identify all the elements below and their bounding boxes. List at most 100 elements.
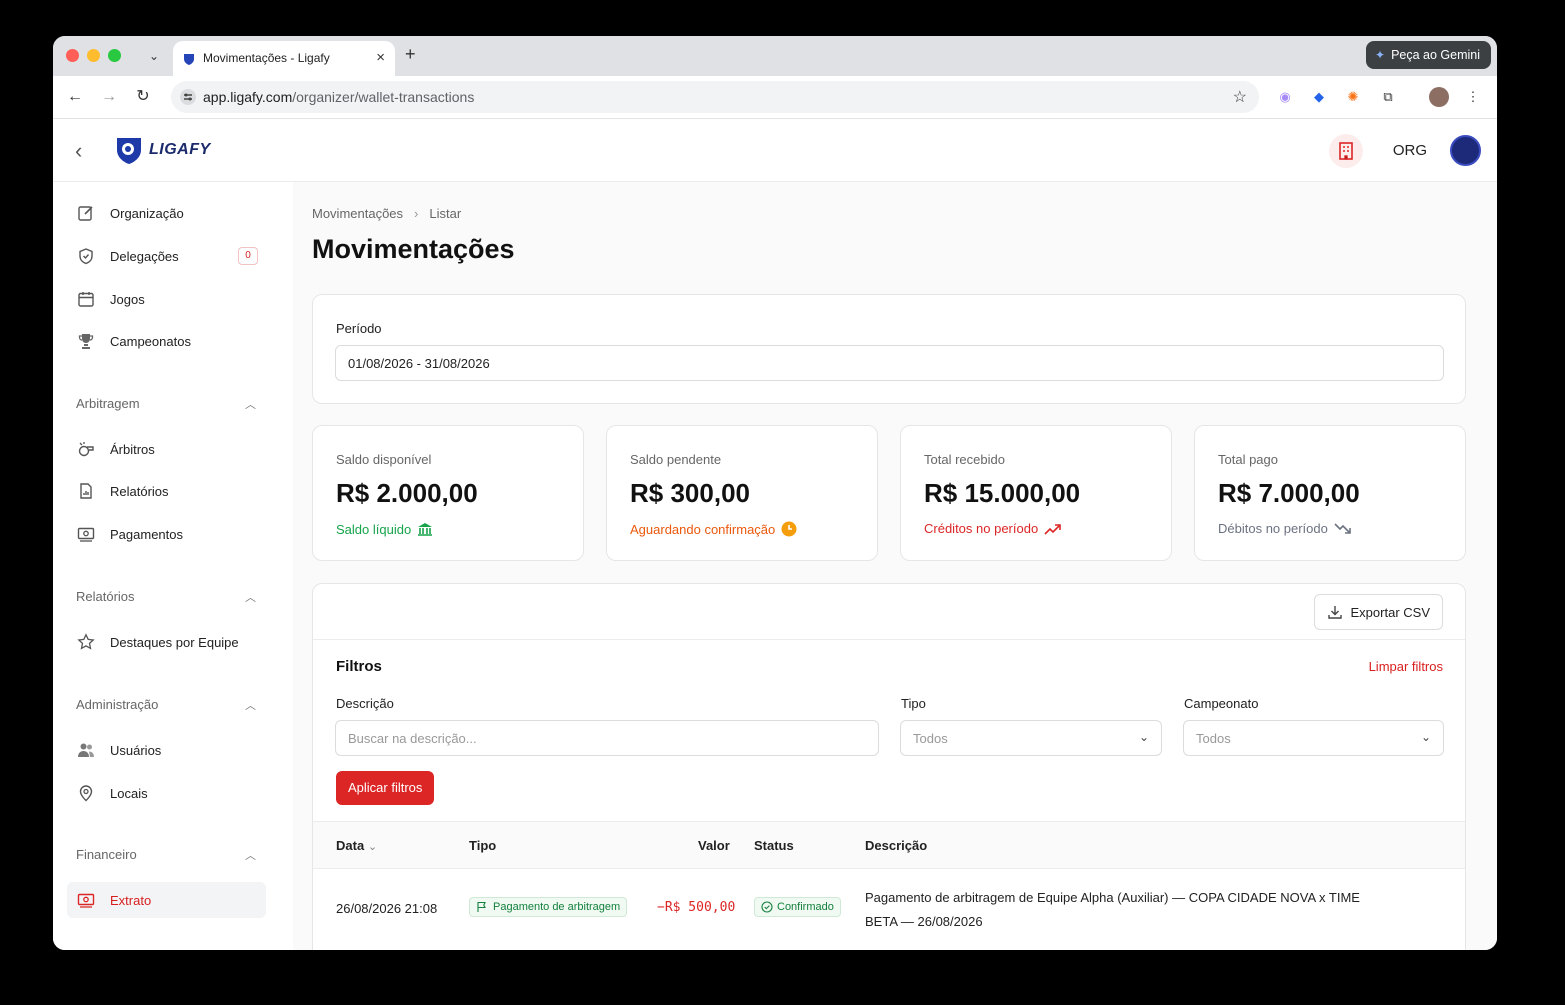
sidebar-group-financeiro[interactable]: Financeiro ︿ bbox=[76, 847, 256, 863]
chevron-up-icon: ︿ bbox=[245, 592, 256, 604]
more-menu-icon[interactable]: ⋮ bbox=[1463, 87, 1483, 107]
sidebar-item-destaques[interactable]: Destaques por Equipe bbox=[76, 624, 266, 660]
star-icon bbox=[76, 632, 96, 652]
column-header-data[interactable]: Data ⌄ bbox=[336, 838, 377, 853]
column-header-valor: Valor bbox=[698, 838, 730, 853]
sidebar-item-label: Usuários bbox=[110, 742, 162, 758]
stat-value: R$ 15.000,00 bbox=[924, 478, 1081, 508]
stat-value: R$ 300,00 bbox=[630, 478, 750, 508]
url-host: app.ligafy.com bbox=[203, 89, 293, 105]
sidebar-item-relatorios-arbitragem[interactable]: Relatórios bbox=[76, 473, 266, 509]
chevron-left-icon[interactable]: ‹ bbox=[75, 138, 82, 164]
stat-label: Total recebido bbox=[924, 452, 1005, 467]
export-csv-button[interactable]: Exportar CSV bbox=[1313, 594, 1443, 630]
period-date-range-input[interactable]: 01/08/2026 - 31/08/2026 bbox=[335, 345, 1444, 381]
stat-card-saldo-pendente: Saldo pendente R$ 300,00 Aguardando conf… bbox=[606, 425, 878, 561]
extension-1-icon[interactable]: ◉ bbox=[1275, 87, 1295, 107]
description-filter-label: Descrição bbox=[336, 696, 394, 711]
sidebar-item-arbitros[interactable]: Árbitros bbox=[76, 431, 266, 467]
reload-icon[interactable]: ↻ bbox=[131, 85, 155, 109]
delegacoes-count-badge: 0 bbox=[238, 247, 258, 265]
trophy-icon bbox=[76, 331, 96, 351]
campeonato-select[interactable]: Todos ⌄ bbox=[1183, 720, 1444, 756]
address-bar[interactable]: app.ligafy.com/organizer/wallet-transact… bbox=[171, 81, 1259, 113]
sidebar-item-label: Relatórios bbox=[110, 483, 169, 499]
extensions-puzzle-icon[interactable]: ⧉ bbox=[1378, 87, 1398, 107]
chevron-down-icon: ⌄ bbox=[1420, 730, 1431, 744]
apply-filters-button[interactable]: Aplicar filtros bbox=[336, 771, 435, 805]
download-icon bbox=[1327, 606, 1342, 619]
row-description: Pagamento de arbitragem de Equipe Alpha … bbox=[865, 890, 1360, 929]
browser-toolbar: ← → ↻ app.ligafy.com/organizer/wallet-tr… bbox=[53, 76, 1497, 119]
trend-up-icon bbox=[1044, 523, 1061, 535]
close-icon[interactable]: × bbox=[376, 49, 385, 66]
user-avatar[interactable] bbox=[1450, 135, 1481, 166]
close-window-button[interactable] bbox=[66, 49, 79, 62]
check-circle-icon bbox=[761, 901, 773, 913]
browser-tab[interactable]: Movimentações - Ligafy × bbox=[173, 41, 395, 76]
sidebar-item-extrato[interactable]: Extrato bbox=[67, 882, 266, 918]
tipo-badge: Pagamento de arbitragem bbox=[469, 897, 628, 917]
tipo-filter-label: Tipo bbox=[901, 696, 926, 711]
url-text: app.ligafy.com/organizer/wallet-transact… bbox=[203, 89, 474, 105]
money-icon bbox=[76, 524, 96, 544]
tipo-select[interactable]: Todos ⌄ bbox=[900, 720, 1162, 756]
extension-tag-icon[interactable]: ◆ bbox=[1309, 87, 1329, 107]
stat-card-total-recebido: Total recebido R$ 15.000,00 Créditos no … bbox=[900, 425, 1172, 561]
app-root: ‹ LIGAFY ORG Organização Delegações 0 Jo… bbox=[53, 120, 1497, 950]
stat-sub-text: Débitos no período bbox=[1218, 521, 1328, 536]
transactions-card: Exportar CSV Filtros Limpar filtros Desc… bbox=[312, 583, 1466, 950]
logo-text: LIGAFY bbox=[149, 141, 211, 158]
sidebar-group-relatorios[interactable]: Relatórios ︿ bbox=[76, 589, 256, 605]
sidebar-group-label: Arbitragem bbox=[76, 396, 140, 411]
campeonato-select-value: Todos bbox=[1196, 731, 1231, 746]
minimize-window-button[interactable] bbox=[87, 49, 100, 62]
building-icon[interactable] bbox=[1329, 134, 1363, 168]
sidebar-item-organizacao[interactable]: Organização bbox=[76, 195, 266, 231]
stat-card-total-pago: Total pago R$ 7.000,00 Débitos no períod… bbox=[1194, 425, 1466, 561]
new-tab-icon[interactable]: + bbox=[405, 44, 416, 65]
stat-label: Saldo disponível bbox=[336, 452, 432, 467]
tab-title: Movimentações - Ligafy bbox=[203, 51, 330, 65]
sidebar-item-campeonatos[interactable]: Campeonatos bbox=[76, 323, 266, 359]
sidebar-item-label: Delegações bbox=[110, 248, 179, 264]
period-card: Período 01/08/2026 - 31/08/2026 bbox=[312, 294, 1466, 404]
sidebar-item-locais[interactable]: Locais bbox=[76, 775, 266, 811]
sidebar-item-usuarios[interactable]: Usuários bbox=[76, 732, 266, 768]
sidebar-item-label: Destaques por Equipe bbox=[110, 634, 239, 650]
url-path: /organizer/wallet-transactions bbox=[292, 89, 475, 105]
status-badge: Confirmado bbox=[754, 897, 841, 917]
sidebar-item-jogos[interactable]: Jogos bbox=[76, 281, 266, 317]
export-csv-label: Exportar CSV bbox=[1350, 604, 1430, 620]
stat-sub: Aguardando confirmação bbox=[630, 521, 797, 537]
sidebar-group-administracao[interactable]: Administração ︿ bbox=[76, 697, 256, 713]
bookmark-star-icon[interactable]: ☆ bbox=[1233, 87, 1247, 107]
sidebar-item-delegacoes[interactable]: Delegações 0 bbox=[76, 238, 266, 274]
clear-filters-link[interactable]: Limpar filtros bbox=[1369, 659, 1443, 674]
chevron-down-icon: ⌄ bbox=[367, 841, 378, 853]
sidebar-group-arbitragem[interactable]: Arbitragem ︿ bbox=[76, 396, 256, 412]
sidebar-item-pagamentos[interactable]: Pagamentos bbox=[76, 516, 266, 552]
stat-value: R$ 2.000,00 bbox=[336, 478, 478, 508]
ligafy-logo[interactable]: LIGAFY bbox=[113, 134, 211, 166]
sidebar-item-label: Campeonatos bbox=[110, 333, 191, 349]
extension-asterisk-icon[interactable]: ✺ bbox=[1343, 87, 1363, 107]
app-header: ‹ LIGAFY ORG bbox=[53, 120, 1497, 182]
back-arrow-icon[interactable]: ← bbox=[63, 85, 87, 109]
bank-icon bbox=[418, 523, 433, 536]
sidebar-item-label: Organização bbox=[110, 205, 184, 221]
chevron-up-icon: ︿ bbox=[245, 850, 256, 862]
maximize-window-button[interactable] bbox=[108, 49, 121, 62]
location-icon bbox=[76, 783, 96, 803]
forward-arrow-icon[interactable]: → bbox=[97, 85, 121, 109]
gemini-button[interactable]: ✦ Peça ao Gemini bbox=[1366, 41, 1491, 69]
profile-avatar[interactable] bbox=[1429, 87, 1449, 107]
breadcrumb-movimentacoes[interactable]: Movimentações bbox=[312, 206, 403, 221]
divider bbox=[313, 639, 1465, 640]
site-settings-icon[interactable] bbox=[179, 88, 197, 106]
whistle-icon bbox=[76, 439, 96, 459]
org-label[interactable]: ORG bbox=[1393, 142, 1427, 159]
description-search-input[interactable]: Buscar na descrição... bbox=[335, 720, 879, 756]
status-badge-text: Confirmado bbox=[777, 901, 834, 913]
tab-search-icon[interactable]: ⌄ bbox=[145, 47, 163, 65]
